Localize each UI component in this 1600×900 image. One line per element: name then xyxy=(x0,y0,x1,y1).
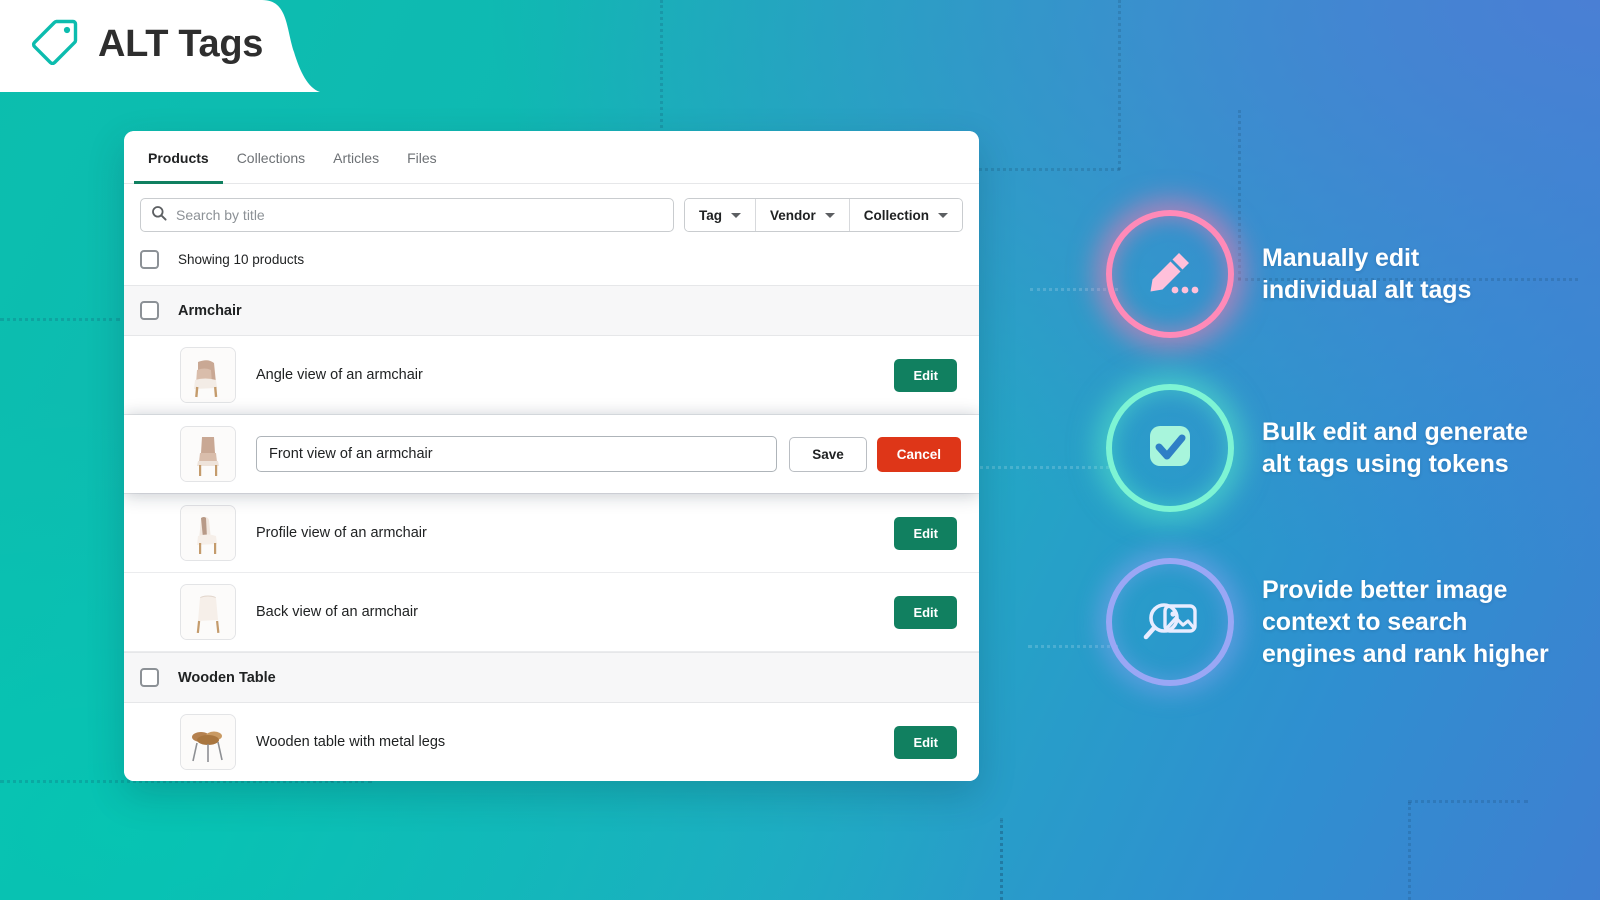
chevron-down-icon xyxy=(731,213,741,218)
edit-button[interactable]: Edit xyxy=(894,517,957,550)
feature-manual-edit: Manually edit individual alt tags xyxy=(1106,210,1576,338)
tag-icon xyxy=(28,16,80,73)
table-row: Wooden table with metal legs Edit xyxy=(124,703,979,781)
feature-icon-circle xyxy=(1106,384,1234,512)
feature-list: Manually edit individual alt tags Bulk e… xyxy=(1106,210,1576,732)
group-header-armchair: Armchair xyxy=(124,285,979,336)
app-header-banner: ALT Tags xyxy=(0,0,320,88)
filter-vendor-label: Vendor xyxy=(770,208,816,223)
feature-bulk-edit: Bulk edit and generate alt tags using to… xyxy=(1106,384,1576,512)
group-header-wooden-table: Wooden Table xyxy=(124,652,979,703)
feature-line-2: context to search xyxy=(1262,606,1549,638)
feature-line-1: Manually edit xyxy=(1262,242,1471,274)
search-field[interactable] xyxy=(140,198,674,232)
edit-button[interactable]: Edit xyxy=(894,359,957,392)
showing-count-label: Showing 10 products xyxy=(178,252,304,267)
feature-icon-circle xyxy=(1106,210,1234,338)
group-title: Armchair xyxy=(178,303,242,319)
table-row: Back view of an armchair Edit xyxy=(124,573,979,652)
glow-ring xyxy=(1106,210,1234,338)
alt-text-input[interactable] xyxy=(256,436,777,472)
chevron-down-icon xyxy=(825,213,835,218)
feature-text: Bulk edit and generate alt tags using to… xyxy=(1262,416,1528,480)
product-thumbnail xyxy=(180,505,236,561)
feature-line-1: Bulk edit and generate xyxy=(1262,416,1528,448)
save-button[interactable]: Save xyxy=(789,437,867,472)
glow-ring xyxy=(1106,384,1234,512)
alt-text-value: Wooden table with metal legs xyxy=(256,734,894,750)
feature-text: Provide better image context to search e… xyxy=(1262,574,1549,670)
alt-tags-panel: Products Collections Articles Files Tag … xyxy=(124,131,979,781)
feature-line-2: individual alt tags xyxy=(1262,274,1471,306)
product-thumbnail xyxy=(180,426,236,482)
app-title: ALT Tags xyxy=(98,23,263,66)
filter-collection-label: Collection xyxy=(864,208,929,223)
edit-button[interactable]: Edit xyxy=(894,596,957,629)
table-row: Profile view of an armchair Edit xyxy=(124,493,979,573)
cancel-button[interactable]: Cancel xyxy=(877,437,961,472)
edit-button[interactable]: Edit xyxy=(894,726,957,759)
group-title: Wooden Table xyxy=(178,670,276,686)
product-thumbnail xyxy=(180,347,236,403)
select-all-checkbox[interactable] xyxy=(140,250,159,269)
product-thumbnail xyxy=(180,714,236,770)
filter-collection-button[interactable]: Collection xyxy=(850,199,962,231)
tab-products[interactable]: Products xyxy=(134,131,223,184)
filter-tag-button[interactable]: Tag xyxy=(685,199,756,231)
feature-line-3: engines and rank higher xyxy=(1262,638,1549,670)
table-row: Angle view of an armchair Edit xyxy=(124,336,979,415)
alt-text-value: Back view of an armchair xyxy=(256,604,894,620)
filter-tag-label: Tag xyxy=(699,208,722,223)
tab-collections[interactable]: Collections xyxy=(223,131,319,184)
group-checkbox[interactable] xyxy=(140,301,159,320)
tab-bar: Products Collections Articles Files xyxy=(124,131,979,184)
feature-icon-circle xyxy=(1106,558,1234,686)
alt-text-value: Angle view of an armchair xyxy=(256,367,894,383)
alt-text-value: Profile view of an armchair xyxy=(256,525,894,541)
chevron-down-icon xyxy=(938,213,948,218)
feature-seo-context: Provide better image context to search e… xyxy=(1106,558,1576,686)
select-all-row: Showing 10 products xyxy=(124,244,979,285)
feature-line-2: alt tags using tokens xyxy=(1262,448,1528,480)
filter-vendor-button[interactable]: Vendor xyxy=(756,199,850,231)
product-thumbnail xyxy=(180,584,236,640)
group-checkbox[interactable] xyxy=(140,668,159,687)
feature-text: Manually edit individual alt tags xyxy=(1262,242,1471,306)
search-input[interactable] xyxy=(176,207,663,223)
filter-button-group: Tag Vendor Collection xyxy=(684,198,963,232)
tab-files[interactable]: Files xyxy=(393,131,451,184)
search-icon xyxy=(151,205,167,226)
glow-ring xyxy=(1106,558,1234,686)
tab-articles[interactable]: Articles xyxy=(319,131,393,184)
table-row-editing: Save Cancel xyxy=(124,415,979,493)
filter-bar: Tag Vendor Collection xyxy=(124,184,979,244)
feature-line-1: Provide better image xyxy=(1262,574,1549,606)
